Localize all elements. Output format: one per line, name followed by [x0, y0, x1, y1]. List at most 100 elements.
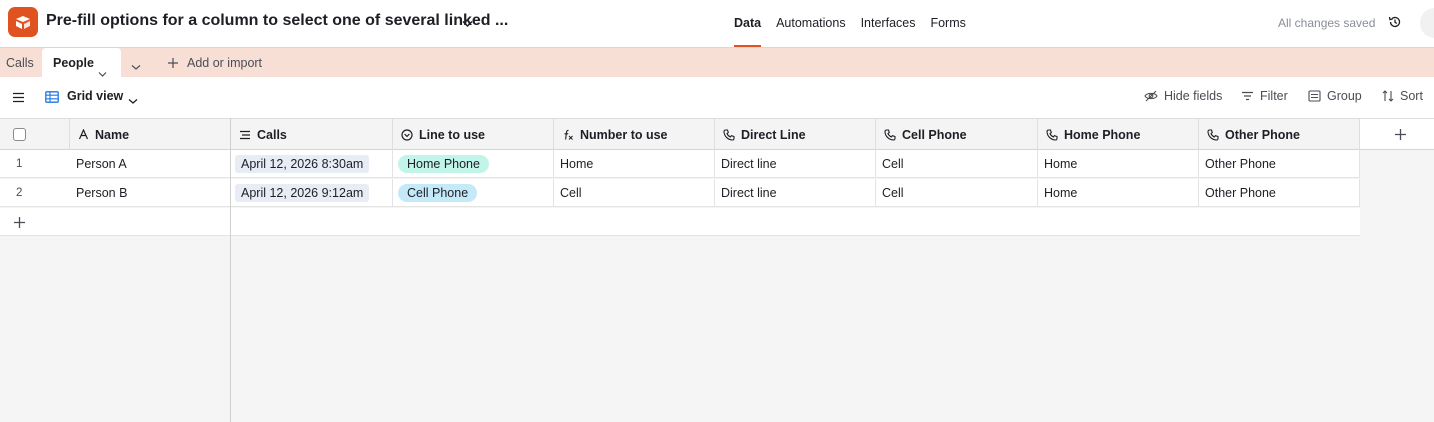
single-select-icon — [401, 128, 413, 141]
select-all-checkbox[interactable] — [13, 128, 26, 141]
column-header-label: Line to use — [419, 127, 485, 142]
phone-icon — [1046, 128, 1058, 141]
column-header-label: Calls — [257, 127, 287, 142]
linked-record-chip[interactable]: April 12, 2026 8:30am — [235, 155, 370, 173]
column-header-label: Home Phone — [1064, 127, 1141, 142]
phone-icon — [884, 128, 896, 141]
direct-line-cell[interactable]: Direct line — [715, 179, 876, 207]
number-to-use-cell[interactable]: Cell — [554, 179, 715, 207]
column-header-name[interactable]: Name — [70, 119, 231, 150]
plus-icon — [1394, 128, 1407, 144]
chevron-down-icon[interactable] — [131, 59, 141, 74]
hide-fields-label: Hide fields — [1164, 89, 1223, 103]
calls-cell[interactable]: April 12, 2026 9:12am — [231, 179, 393, 207]
name-value: Person A — [76, 157, 127, 171]
eye-off-icon — [1144, 90, 1158, 102]
calls-cell[interactable]: April 12, 2026 8:30am — [231, 150, 393, 178]
plus-icon — [13, 216, 26, 232]
home-phone-value: Home — [1044, 157, 1078, 171]
formula-icon — [564, 129, 573, 140]
direct-line-cell[interactable]: Direct line — [715, 150, 876, 178]
name-cell[interactable]: Person B — [70, 179, 231, 207]
view-name[interactable]: Grid view — [67, 89, 123, 103]
top-bar: Pre-fill options for a column to select … — [0, 0, 1434, 47]
linked-record-icon — [240, 130, 250, 139]
column-header-calls[interactable]: Calls — [231, 119, 393, 150]
other-phone-value: Other Phone — [1205, 186, 1276, 200]
nav-data[interactable]: Data — [734, 0, 762, 47]
linked-record-chip[interactable]: April 12, 2026 9:12am — [235, 184, 370, 202]
cell-phone-cell[interactable]: Cell — [876, 179, 1038, 207]
sort-label: Sort — [1400, 89, 1423, 103]
column-header-cell-phone[interactable]: Cell Phone — [876, 119, 1038, 150]
plus-icon — [168, 58, 178, 68]
main-nav: Data Automations Interfaces Forms — [734, 0, 981, 47]
column-header-label: Number to use — [580, 127, 668, 142]
home-phone-cell[interactable]: Home — [1038, 150, 1199, 178]
cell-phone-value: Cell — [882, 157, 904, 171]
select-option-pill: Home Phone — [398, 155, 489, 173]
phone-icon — [1207, 128, 1219, 141]
hide-fields-button[interactable]: Hide fields — [1144, 89, 1222, 103]
home-phone-value: Home — [1044, 186, 1078, 200]
name-cell[interactable]: Person A — [70, 150, 231, 178]
tab-calls[interactable]: Calls — [6, 48, 34, 78]
column-header-line-to-use[interactable]: Line to use — [393, 119, 554, 150]
row-number: 2 — [16, 187, 23, 199]
line-to-use-cell[interactable]: Home Phone — [393, 150, 554, 178]
group-button[interactable]: Group — [1308, 89, 1362, 103]
avatar[interactable] — [1420, 8, 1434, 38]
name-value: Person B — [76, 186, 128, 200]
column-header-label: Cell Phone — [902, 127, 967, 142]
add-field-button[interactable] — [1360, 118, 1434, 150]
filter-label: Filter — [1260, 89, 1288, 103]
tab-people-label: People — [53, 56, 94, 70]
text-field-icon — [78, 129, 89, 140]
chevron-down-icon[interactable] — [128, 93, 138, 108]
home-phone-cell[interactable]: Home — [1038, 179, 1199, 207]
grid-area: Name Calls Line to use Number to use Dir… — [0, 118, 1434, 422]
column-header-home-phone[interactable]: Home Phone — [1038, 119, 1199, 150]
tab-people[interactable]: People — [42, 48, 121, 78]
line-to-use-cell[interactable]: Cell Phone — [393, 179, 554, 207]
group-icon — [1308, 90, 1321, 102]
base-logo-icon[interactable] — [8, 7, 38, 37]
nav-automations[interactable]: Automations — [776, 0, 845, 47]
table-row[interactable]: 1 Person A April 12, 2026 8:30am Home Ph… — [0, 150, 1360, 178]
add-or-import-button[interactable]: Add or import — [167, 48, 262, 78]
sort-icon — [1382, 90, 1394, 102]
table-row[interactable]: 2 Person B April 12, 2026 9:12am Cell Ph… — [0, 179, 1360, 207]
sort-button[interactable]: Sort — [1382, 89, 1423, 103]
nav-interfaces[interactable]: Interfaces — [861, 0, 916, 47]
grid-view-icon — [45, 91, 59, 106]
column-header-label: Other Phone — [1225, 127, 1301, 142]
select-option-pill: Cell Phone — [398, 184, 478, 202]
filter-button[interactable]: Filter — [1241, 89, 1288, 103]
number-to-use-value: Home — [560, 157, 594, 171]
direct-line-value: Direct line — [721, 157, 777, 171]
number-to-use-value: Cell — [560, 186, 582, 200]
chevron-down-icon[interactable] — [462, 16, 473, 31]
other-phone-cell[interactable]: Other Phone — [1199, 179, 1360, 207]
table-tabs-bar: Calls People Add or import — [0, 47, 1434, 78]
row-number: 1 — [16, 158, 23, 170]
cell-phone-cell[interactable]: Cell — [876, 150, 1038, 178]
column-header-label: Name — [95, 127, 130, 142]
frozen-column-divider[interactable] — [230, 118, 231, 422]
filter-icon — [1242, 91, 1253, 101]
base-title[interactable]: Pre-fill options for a column to select … — [46, 12, 508, 30]
column-header-other-phone[interactable]: Other Phone — [1199, 119, 1360, 150]
number-to-use-cell[interactable]: Home — [554, 150, 715, 178]
column-header-number-to-use[interactable]: Number to use — [554, 119, 715, 150]
column-header-label: Direct Line — [741, 127, 806, 142]
phone-icon — [723, 128, 735, 141]
save-status: All changes saved — [1278, 16, 1376, 30]
column-header-direct-line[interactable]: Direct Line — [715, 119, 876, 150]
cell-phone-value: Cell — [882, 186, 904, 200]
direct-line-value: Direct line — [721, 186, 777, 200]
other-phone-cell[interactable]: Other Phone — [1199, 150, 1360, 178]
menu-icon[interactable] — [12, 91, 25, 106]
nav-forms[interactable]: Forms — [930, 0, 965, 47]
add-record-row[interactable] — [0, 208, 1360, 236]
history-icon[interactable] — [1388, 15, 1402, 32]
